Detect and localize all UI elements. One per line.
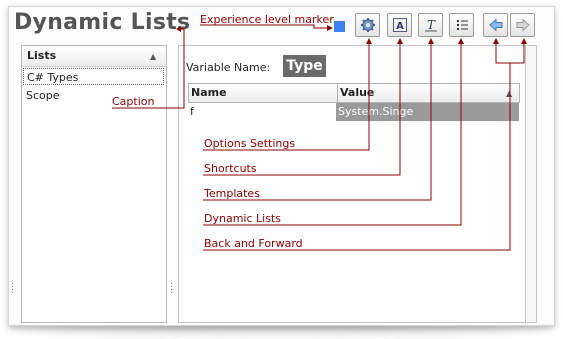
callout-dynamic-lists: Dynamic Lists [204,212,281,225]
shortcuts-button[interactable]: A [387,13,412,37]
options-settings-button[interactable] [355,13,380,37]
callout-caption: Caption [112,95,155,108]
list-item-csharp-types[interactable]: C# Types [23,68,164,85]
editor-scrollbar[interactable] [527,45,537,323]
lists-header[interactable]: Lists ▲ [22,46,166,67]
callout-templates: Templates [204,187,260,200]
callout-back-and-forward: Back and Forward [204,237,303,250]
svg-text:T: T [426,18,435,32]
grid-cell-name[interactable]: f [190,105,194,118]
template-t-icon: T [424,18,437,32]
grid-cell-value[interactable]: System.Singe [336,103,519,121]
sort-arrow-icon: ▲ [150,52,157,61]
list-icon [456,20,468,30]
sort-arrow-icon: ▲ [506,89,513,98]
arrow-right-icon [516,18,530,32]
column-header-value[interactable]: Value [340,86,374,99]
shortcut-a-icon: A [392,18,407,32]
window-caption: Dynamic Lists [14,10,191,35]
dynamic-lists-button[interactable] [449,13,474,37]
lists-header-label: Lists [27,49,57,62]
variable-name-label: Variable Name: [186,61,271,74]
splitter-grip-middle[interactable]: · · · · [170,280,173,299]
svg-text:A: A [396,21,404,32]
column-separator [337,84,338,102]
templates-button[interactable]: T [418,13,443,37]
column-header-name[interactable]: Name [191,86,227,99]
grid-header: Name Value ▲ [188,83,520,103]
splitter-grip-left[interactable]: · · · · [11,280,14,299]
lists-panel: Lists ▲ C# Types Scope [21,45,167,323]
back-button[interactable] [483,13,508,37]
callout-options-settings: Options Settings [204,137,296,150]
forward-button[interactable] [510,13,535,37]
arrow-left-icon [488,18,502,32]
callout-experience-level-marker: Experience level marker [200,13,334,26]
gear-icon [360,18,375,32]
callout-shortcuts: Shortcuts [204,162,257,175]
experience-level-marker [334,21,345,32]
variable-name-value: Type [283,55,326,77]
variables-grid: Name Value ▲ f System.Singe [188,83,520,121]
